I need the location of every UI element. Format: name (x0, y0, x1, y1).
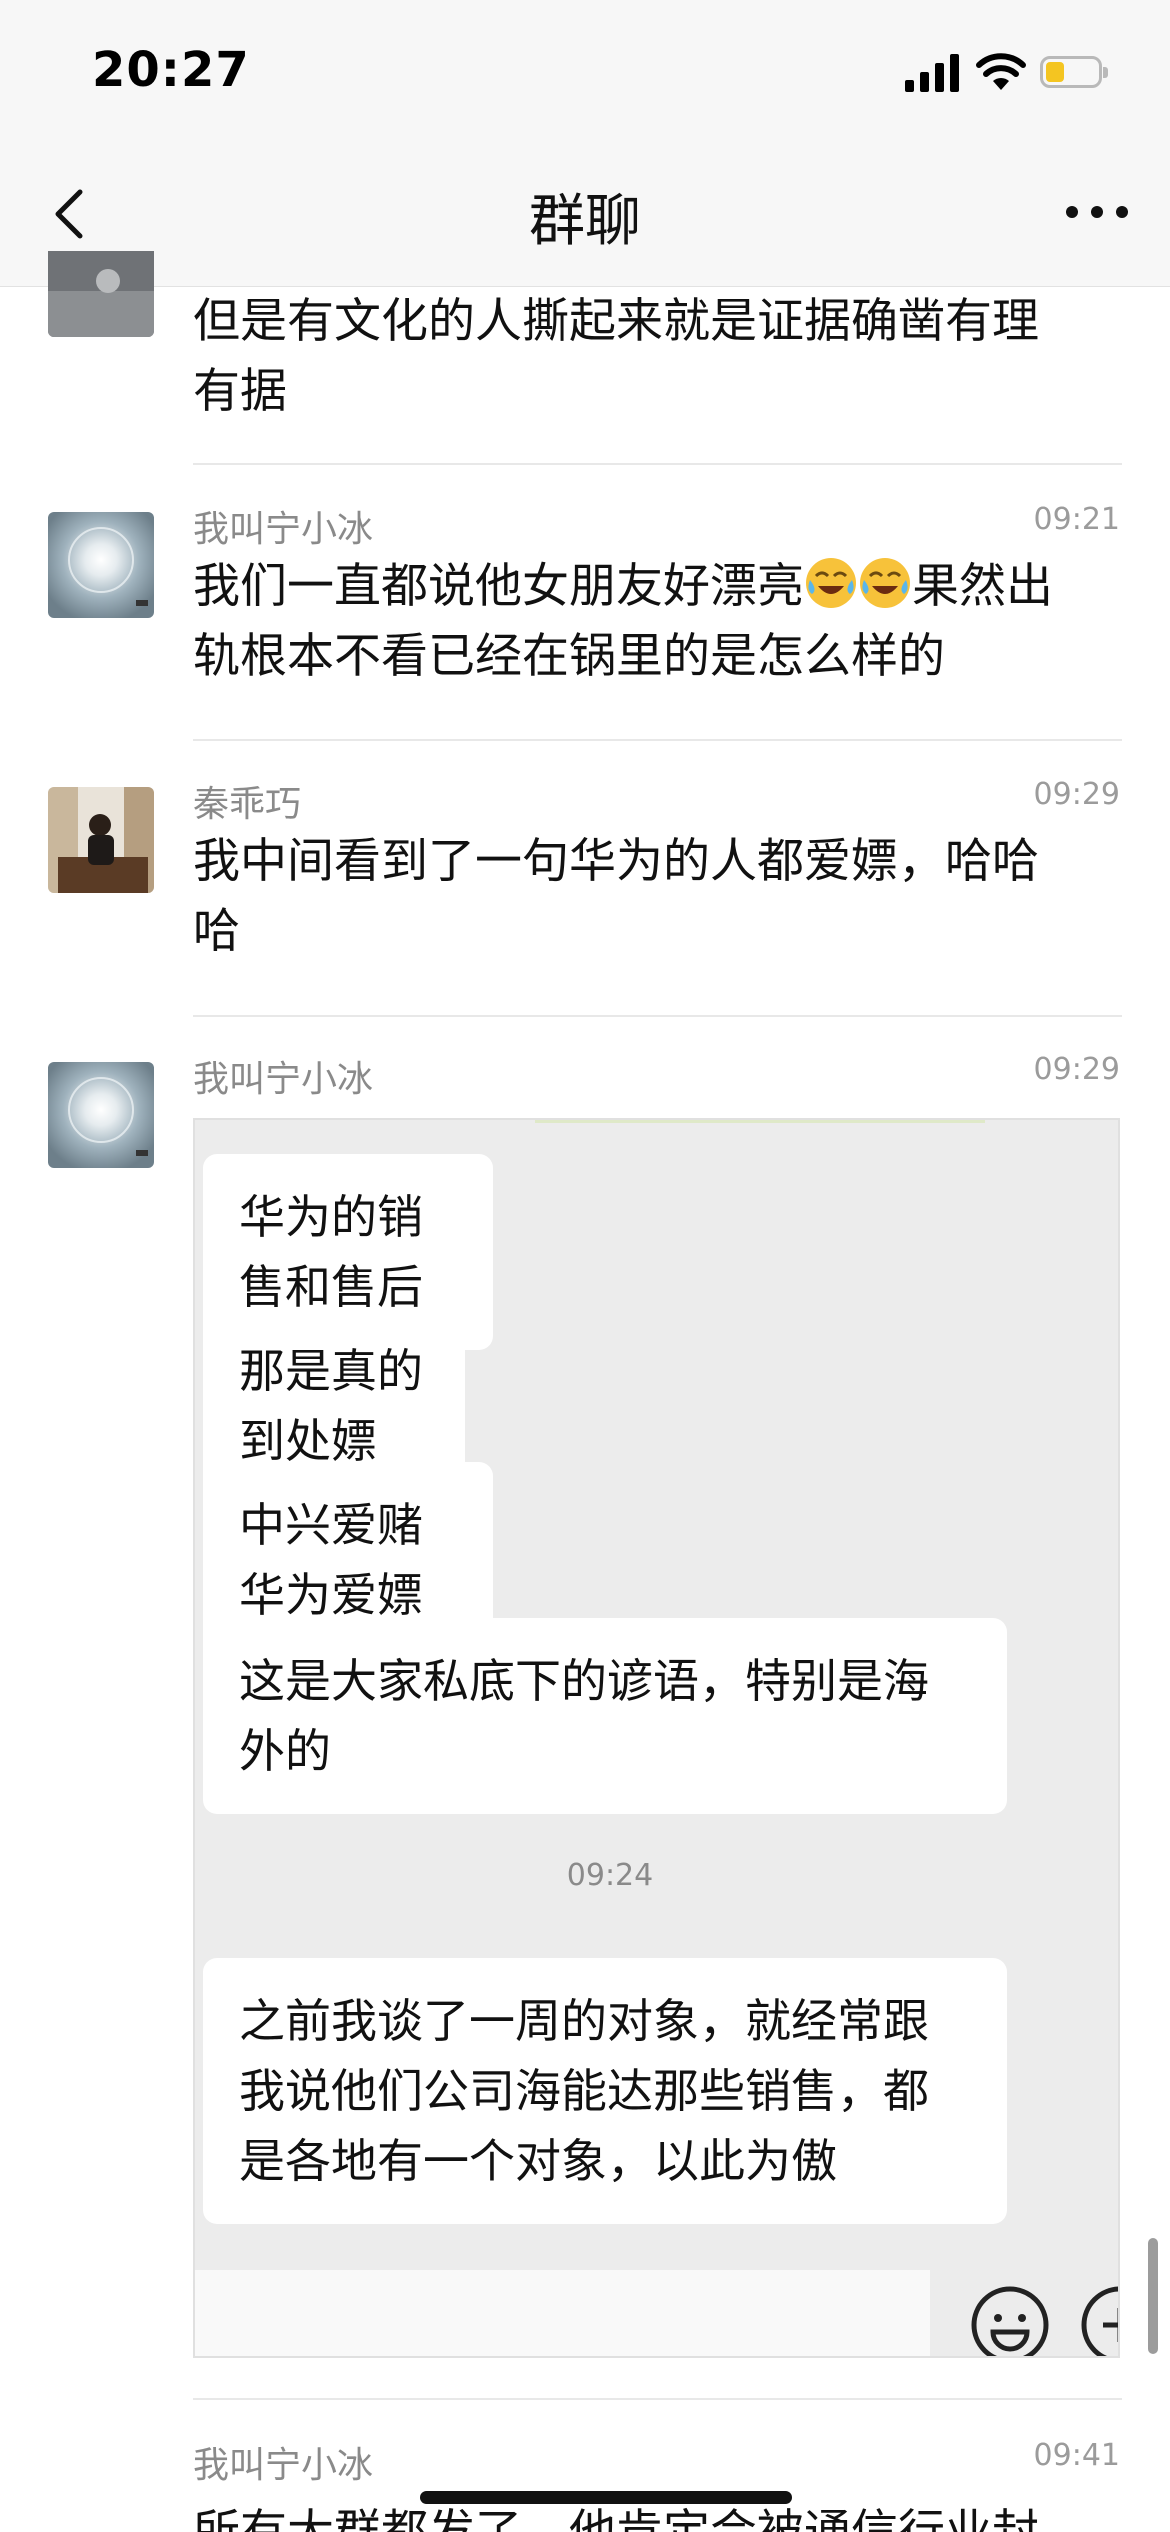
divider (193, 2398, 1122, 2400)
message-text: 我们一直都说他女朋友好漂亮 果然出 轨根本不看已经在锅里的是怎么样的 (193, 552, 1103, 692)
message-time: 09:29 (1033, 777, 1120, 812)
status-time: 20:27 (92, 42, 250, 98)
sender-name: 我叫宁小冰 (193, 1059, 374, 1100)
message-time: 09:29 (1033, 1052, 1120, 1087)
divider (193, 739, 1122, 741)
message-time: 09:21 (1033, 502, 1120, 537)
crying-laughing-emoji-icon (860, 558, 910, 608)
chat-bubble: 之前我谈了一周的对象，就经常跟 我说他们公司海能达那些销售，都 是各地有一个对象… (203, 1958, 1007, 2224)
crying-laughing-emoji-icon (806, 558, 856, 608)
avatar[interactable] (48, 1062, 154, 1168)
home-indicator[interactable] (420, 2491, 792, 2504)
message-text: 但是有文化的人撕起来就是证据确凿有理 有据 (193, 294, 1039, 419)
avatar[interactable] (48, 251, 154, 337)
message-item: 我叫宁小冰 09:21 我们一直都说他女朋友好漂亮 果然出 轨根本不看已经在锅里的… (0, 500, 1170, 741)
avatar[interactable] (48, 787, 154, 893)
page-title: 群聊 (529, 189, 641, 254)
chat-bubble: 这是大家私底下的谚语，特别是海 外的 (203, 1618, 1007, 1814)
smile-icon (971, 2286, 1049, 2356)
divider (193, 463, 1122, 465)
scrollbar[interactable] (1148, 2238, 1158, 2354)
more-dots-icon[interactable] (1062, 192, 1132, 232)
battery-level (1046, 62, 1064, 82)
sender-name: 我叫宁小冰 (193, 2445, 374, 2486)
message-item: 但是有文化的人撕起来就是证据确凿有理 有据 (0, 251, 1170, 467)
message-item: 我叫宁小冰 09:41 所有大群都发了，他肯定会被通信行业封 (0, 2436, 1170, 2532)
message-time: 09:41 (1033, 2438, 1120, 2473)
image-input-field (195, 2270, 930, 2356)
battery-icon (1040, 56, 1108, 88)
avatar[interactable] (48, 512, 154, 618)
plus-icon (1081, 2286, 1118, 2356)
message-text: 我中间看到了一句华为的人都爱嫖，哈哈 哈 (193, 834, 1039, 959)
sender-name: 我叫宁小冰 (193, 509, 374, 550)
image-timestamp: 09:24 (566, 1858, 654, 1893)
cellular-signal-icon (905, 54, 959, 92)
nav-bar: 群聊 (0, 140, 1170, 287)
message-item: 秦乖巧 09:29 我中间看到了一句华为的人都爱嫖，哈哈 哈 (0, 775, 1170, 1017)
divider (193, 1015, 1122, 1017)
status-bar: 20:27 (0, 0, 1170, 140)
sender-name: 秦乖巧 (193, 784, 302, 825)
image-message[interactable]: 华为的销售和售后 那是真的到处嫖 中兴爱赌华为爱嫖 这是大家私底下的谚语，特别是… (193, 1118, 1120, 2358)
wifi-icon (976, 53, 1026, 90)
